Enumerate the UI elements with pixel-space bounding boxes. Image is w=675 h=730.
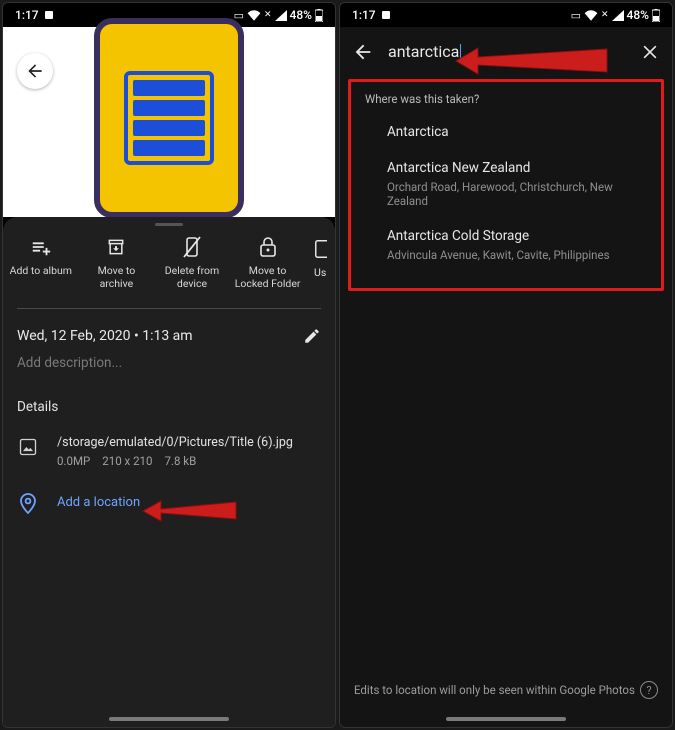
sheet-grabber[interactable] (155, 223, 183, 226)
wifi-icon (584, 10, 598, 21)
battery-pct: 48% (290, 8, 312, 22)
back-button[interactable] (352, 41, 374, 63)
signal-icon (275, 10, 287, 21)
arrow-left-icon (25, 61, 45, 81)
lock-icon (257, 236, 279, 258)
back-button[interactable] (17, 53, 53, 89)
suggestion-item[interactable]: Antarctica Cold Storage Advincula Avenue… (359, 220, 653, 274)
status-time: 1:17 (352, 8, 376, 22)
right-screenshot: 1:17 ▭ ✕ 48% antarctica (339, 2, 673, 728)
file-detail-row: /storage/emulated/0/Pictures/Title (6).j… (3, 429, 335, 478)
gesture-bar (109, 717, 229, 721)
file-mp: 0.0MP (57, 454, 90, 468)
add-location-link[interactable]: Add a location (57, 495, 140, 510)
status-time: 1:17 (15, 8, 39, 22)
suggestions-prompt: Where was this taken? (365, 92, 647, 106)
signal-icon (612, 10, 624, 21)
annotation-arrow-icon (452, 43, 612, 79)
image-content (94, 18, 244, 218)
file-dims: 210 x 210 (102, 454, 152, 468)
file-path: /storage/emulated/0/Pictures/Title (6).j… (57, 435, 293, 450)
vpn-icon: ▭ (571, 9, 581, 22)
left-screenshot: 1:17 ▭ ✕ 48% (2, 2, 336, 728)
no-sim-icon: ✕ (264, 10, 272, 20)
device-off-icon (181, 236, 203, 258)
suggestions-box: Where was this taken? Antarctica Antarct… (348, 79, 664, 291)
action-row: Add to album Move to archive Delete from… (3, 228, 335, 304)
notif-icon (45, 11, 53, 19)
overflow-action[interactable]: Us (310, 236, 330, 290)
details-header: Details (3, 389, 335, 429)
archive-button[interactable]: Move to archive (83, 236, 149, 290)
pencil-icon (303, 327, 321, 345)
photo-datetime: Wed, 12 Feb, 2020 • 1:13 am (17, 328, 193, 344)
archive-icon (105, 236, 127, 258)
overflow-icon (313, 238, 327, 260)
wifi-icon (247, 10, 261, 21)
edit-datetime-button[interactable] (303, 327, 321, 345)
help-icon: ? (646, 684, 651, 697)
photo-preview (3, 27, 335, 217)
close-icon (640, 42, 660, 62)
status-bar: 1:17 ▭ ✕ 48% (340, 3, 672, 27)
help-button[interactable]: ? (640, 681, 658, 699)
delete-from-device-button[interactable]: Delete from device (159, 236, 225, 290)
suggestion-item[interactable]: Antarctica New Zealand Orchard Road, Har… (359, 152, 653, 220)
battery-icon (652, 9, 660, 22)
info-sheet: Add to album Move to archive Delete from… (3, 217, 335, 727)
notif-icon (382, 11, 390, 19)
footer-note: Edits to location will only be seen with… (340, 681, 672, 699)
description-input[interactable]: Add description... (3, 349, 335, 389)
divider (17, 308, 321, 309)
image-icon (17, 435, 39, 457)
arrow-left-icon (352, 41, 374, 63)
gesture-bar (446, 717, 566, 721)
no-sim-icon: ✕ (601, 10, 609, 20)
battery-pct: 48% (627, 8, 649, 22)
battery-icon (315, 9, 323, 22)
playlist-add-icon (30, 236, 52, 258)
locked-folder-button[interactable]: Move to Locked Folder (235, 236, 301, 290)
pin-icon (17, 490, 39, 514)
suggestion-item[interactable]: Antarctica (359, 116, 653, 152)
add-to-album-button[interactable]: Add to album (8, 236, 74, 290)
file-size: 7.8 kB (164, 454, 196, 468)
annotation-arrow-icon (141, 492, 241, 530)
clear-button[interactable] (640, 42, 660, 62)
